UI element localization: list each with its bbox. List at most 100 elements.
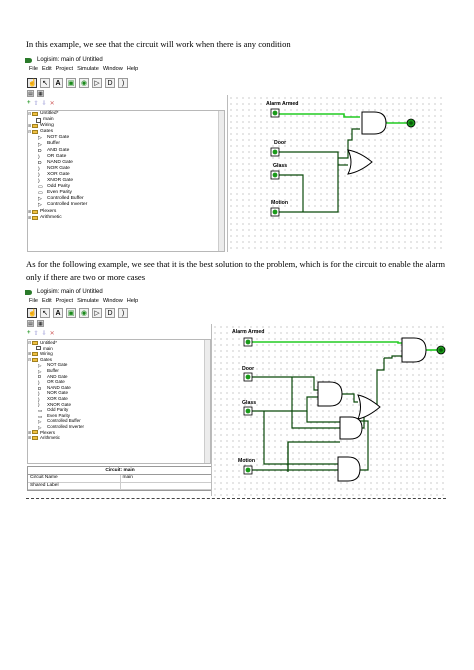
wires-active	[278, 113, 408, 124]
property-name: Shared Label	[28, 482, 121, 489]
and-gate-door-motion	[337, 456, 361, 482]
odd-parity-icon: ▭	[38, 407, 43, 413]
tree-arithmetic[interactable]: ⊞ Arithmetic	[28, 215, 224, 221]
menu-simulate[interactable]: Simulate	[77, 66, 99, 75]
label-door: Door	[274, 140, 286, 146]
menu-help[interactable]: Help	[127, 298, 139, 307]
move-down-icon[interactable]: ⇩	[42, 330, 47, 337]
buffer-icon: ▷	[38, 142, 42, 148]
menu-bar: File Edit Project Simulate Window Help	[25, 66, 138, 75]
add-circuit-icon[interactable]: +	[27, 100, 31, 106]
tree-arithmetic[interactable]: ⊞ Arithmetic	[28, 435, 210, 441]
label-motion: Motion	[238, 458, 255, 464]
and-gate-output	[401, 337, 427, 363]
circuit-canvas-1[interactable]: Alarm Armed Door Glass Motion	[227, 95, 446, 252]
delete-circuit-icon[interactable]: ✕	[50, 100, 55, 107]
appearance-view-icon[interactable]: ▦	[37, 319, 44, 327]
select-tool-icon[interactable]: ↖	[40, 307, 50, 318]
property-value[interactable]: main	[121, 475, 213, 482]
toolbar: ☝ ↖ A ▣ ◉ ▷ D )	[25, 76, 128, 89]
project-toolbar: + ⇧ ⇩ ✕	[25, 99, 55, 107]
property-value[interactable]	[121, 483, 213, 490]
and-gate	[361, 111, 387, 135]
and-gate-icon: D	[38, 148, 42, 154]
window-title: Logisim: main of Untitled	[37, 289, 103, 295]
logisim-logo-icon	[25, 289, 32, 295]
menu-edit[interactable]: Edit	[42, 66, 52, 75]
layout-view-icon[interactable]: ▤	[27, 89, 34, 97]
label-alarm-armed: Alarm Armed	[266, 101, 298, 107]
project-toolbar: + ⇧ ⇩ ✕	[25, 329, 55, 337]
logisim-screenshot-1: Logisim: main of Untitled File Edit Proj…	[25, 54, 446, 252]
or-gate-tool-icon[interactable]: )	[118, 77, 128, 88]
tree-scrollbar[interactable]	[218, 111, 224, 251]
label-glass: Glass	[242, 400, 256, 406]
add-output-icon[interactable]: ◉	[79, 307, 89, 318]
layout-toolbar: ▤ ▦	[25, 319, 44, 327]
and-gate-door-glass	[317, 381, 343, 407]
label-door: Door	[242, 366, 254, 372]
window-title: Logisim: main of Untitled	[37, 57, 103, 63]
menu-help[interactable]: Help	[127, 66, 139, 75]
delete-circuit-icon[interactable]: ✕	[50, 330, 55, 337]
buffer-icon: ▷	[38, 368, 42, 374]
move-up-icon[interactable]: ⇧	[34, 330, 39, 337]
property-name: Circuit Name	[28, 475, 121, 482]
poke-tool-icon[interactable]: ☝	[27, 77, 37, 88]
controlled-buffer-icon: ▷	[38, 197, 42, 203]
add-input-icon[interactable]: ▣	[66, 307, 76, 318]
label-motion: Motion	[271, 200, 288, 206]
explorer-tree: ⊟ Untitled* main ⊞ Wiring ⊟ Gates ▷ NOT Gate…	[27, 339, 211, 464]
menu-project[interactable]: Project	[56, 66, 73, 75]
menu-file[interactable]: File	[29, 66, 38, 75]
xnor-gate-icon: )	[38, 179, 40, 185]
nand-gate-icon: D	[38, 385, 42, 391]
select-tool-icon[interactable]: ↖	[40, 77, 50, 88]
not-gate-tool-icon[interactable]: ▷	[92, 77, 102, 88]
xnor-gate-icon: )	[38, 402, 40, 408]
wires-idle	[252, 355, 402, 472]
explorer-tree: ⊟ Untitled* main ⊞ Wiring ⊟ Gates ▷ NOT Gate…	[27, 110, 225, 252]
property-row-circuit-name[interactable]: Circuit Name main	[28, 475, 212, 483]
and-gate-tool-icon[interactable]: D	[105, 307, 115, 318]
label-glass: Glass	[273, 163, 287, 169]
not-gate-icon: ▷	[38, 136, 42, 142]
nor-gate-icon: )	[38, 391, 40, 397]
layout-view-icon[interactable]: ▤	[27, 319, 34, 327]
controlled-buffer-icon: ▷	[38, 419, 42, 425]
appearance-view-icon[interactable]: ▦	[37, 89, 44, 97]
logisim-screenshot-2: Logisim: main of Untitled File Edit Proj…	[25, 286, 446, 496]
move-down-icon[interactable]: ⇩	[42, 100, 47, 107]
move-up-icon[interactable]: ⇧	[34, 100, 39, 107]
or-gate-tool-icon[interactable]: )	[118, 307, 128, 318]
property-row-shared-label[interactable]: Shared Label	[28, 482, 213, 490]
menu-window[interactable]: Window	[103, 66, 123, 75]
controlled-inverter-icon: ▷	[38, 203, 42, 209]
not-gate-icon: ▷	[38, 363, 42, 369]
properties-table: Circuit: main Circuit Name main Shared L…	[27, 466, 213, 491]
and-gate-glass-motion	[339, 416, 363, 440]
title-bar: Logisim: main of Untitled	[25, 286, 103, 298]
or-gate-icon: )	[38, 154, 40, 160]
even-parity-icon: ▭	[38, 191, 43, 197]
title-bar: Logisim: main of Untitled	[25, 54, 103, 66]
circuit-canvas-2[interactable]: Alarm Armed Door Glass Motion	[211, 324, 446, 496]
toolbar: ☝ ↖ A ▣ ◉ ▷ D )	[25, 306, 128, 319]
nand-gate-icon: D	[38, 160, 42, 166]
text-tool-icon[interactable]: A	[53, 307, 63, 318]
circuit-diagram-2: Alarm Armed Door Glass Motion	[232, 329, 446, 482]
wires-idle	[278, 128, 360, 213]
tree-scrollbar[interactable]	[204, 340, 210, 463]
not-gate-tool-icon[interactable]: ▷	[92, 307, 102, 318]
add-input-icon[interactable]: ▣	[66, 77, 76, 88]
controlled-inverter-icon: ▷	[38, 424, 42, 430]
input-pins	[243, 337, 253, 475]
label-alarm-armed: Alarm Armed	[232, 329, 264, 335]
poke-tool-icon[interactable]: ☝	[27, 307, 37, 318]
text-tool-icon[interactable]: A	[53, 77, 63, 88]
and-gate-tool-icon[interactable]: D	[105, 77, 115, 88]
add-output-icon[interactable]: ◉	[79, 77, 89, 88]
layout-toolbar: ▤ ▦	[25, 89, 44, 97]
add-circuit-icon[interactable]: +	[27, 330, 31, 336]
paragraph-2: As for the following example, we see tha…	[26, 259, 446, 282]
